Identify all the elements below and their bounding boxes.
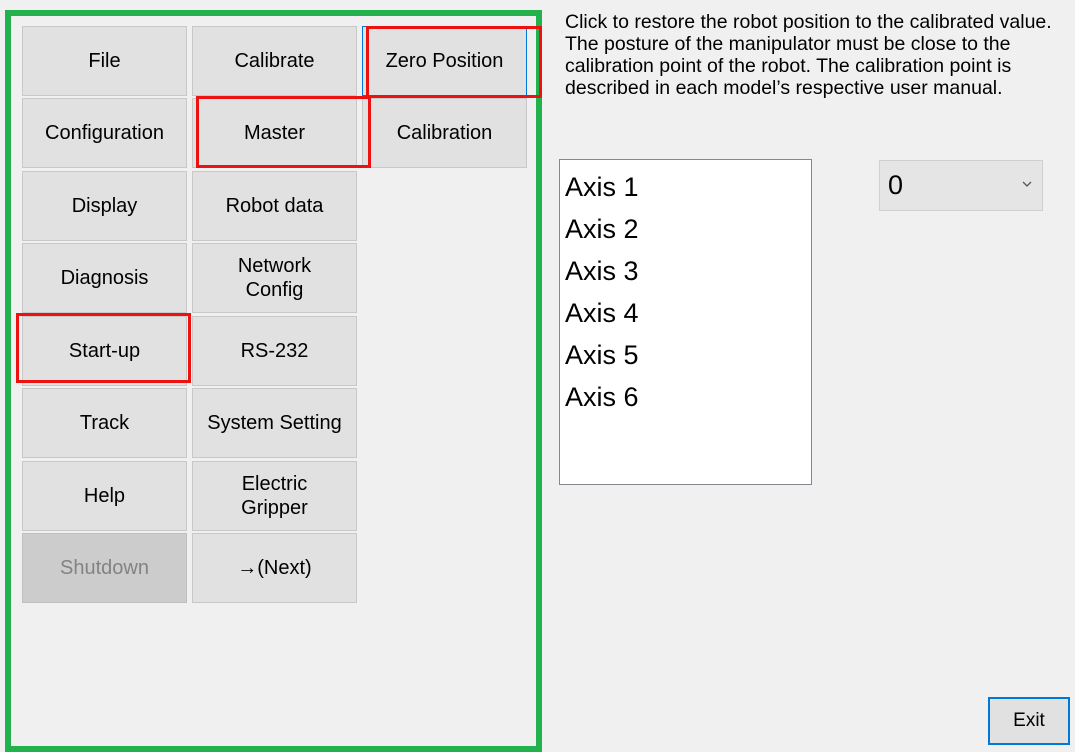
calibration-button[interactable]: Calibration	[362, 98, 527, 168]
display-button[interactable]: Display	[22, 171, 187, 241]
electric-gripper-button[interactable]: Electric Gripper	[192, 461, 357, 531]
axis-list-item[interactable]: Axis 4	[560, 292, 811, 334]
shutdown-button: Shutdown	[22, 533, 187, 603]
electric-gripper-label-line1: Electric	[241, 473, 308, 495]
axis-list-item[interactable]: Axis 6	[560, 376, 811, 418]
calibrate-button[interactable]: Calibrate	[192, 26, 357, 96]
zero-position-description: Click to restore the robot position to t…	[565, 11, 1052, 99]
axis-list-item[interactable]: Axis 2	[560, 208, 811, 250]
axis-list-item[interactable]: Axis 3	[560, 250, 811, 292]
exit-button[interactable]: Exit	[988, 697, 1070, 745]
combobox-selected-value: 0	[888, 170, 904, 200]
configuration-button[interactable]: Configuration	[22, 98, 187, 168]
axis-listbox[interactable]: Axis 1 Axis 2 Axis 3 Axis 4 Axis 5 Axis …	[559, 159, 812, 485]
next-button[interactable]: →(Next)	[192, 533, 357, 603]
help-button[interactable]: Help	[22, 461, 187, 531]
file-button[interactable]: File	[22, 26, 187, 96]
track-button[interactable]: Track	[22, 388, 187, 458]
chevron-down-icon	[1022, 181, 1032, 187]
robot-data-button[interactable]: Robot data	[192, 171, 357, 241]
master-button[interactable]: Master	[192, 98, 357, 168]
diagnosis-button[interactable]: Diagnosis	[22, 243, 187, 313]
axis-list-item[interactable]: Axis 5	[560, 334, 811, 376]
startup-button[interactable]: Start-up	[22, 316, 187, 386]
axis-list-item[interactable]: Axis 1	[560, 166, 811, 208]
network-config-button[interactable]: Network Config	[192, 243, 357, 313]
network-config-label-line1: Network	[237, 255, 312, 277]
electric-gripper-label-line2: Gripper	[241, 497, 308, 519]
value-combobox[interactable]: 0	[879, 160, 1043, 211]
rs232-button[interactable]: RS-232	[192, 316, 357, 386]
system-setting-button[interactable]: System Setting	[192, 388, 357, 458]
network-config-label-line2: Config	[245, 279, 304, 301]
zero-position-button[interactable]: Zero Position	[362, 26, 527, 96]
